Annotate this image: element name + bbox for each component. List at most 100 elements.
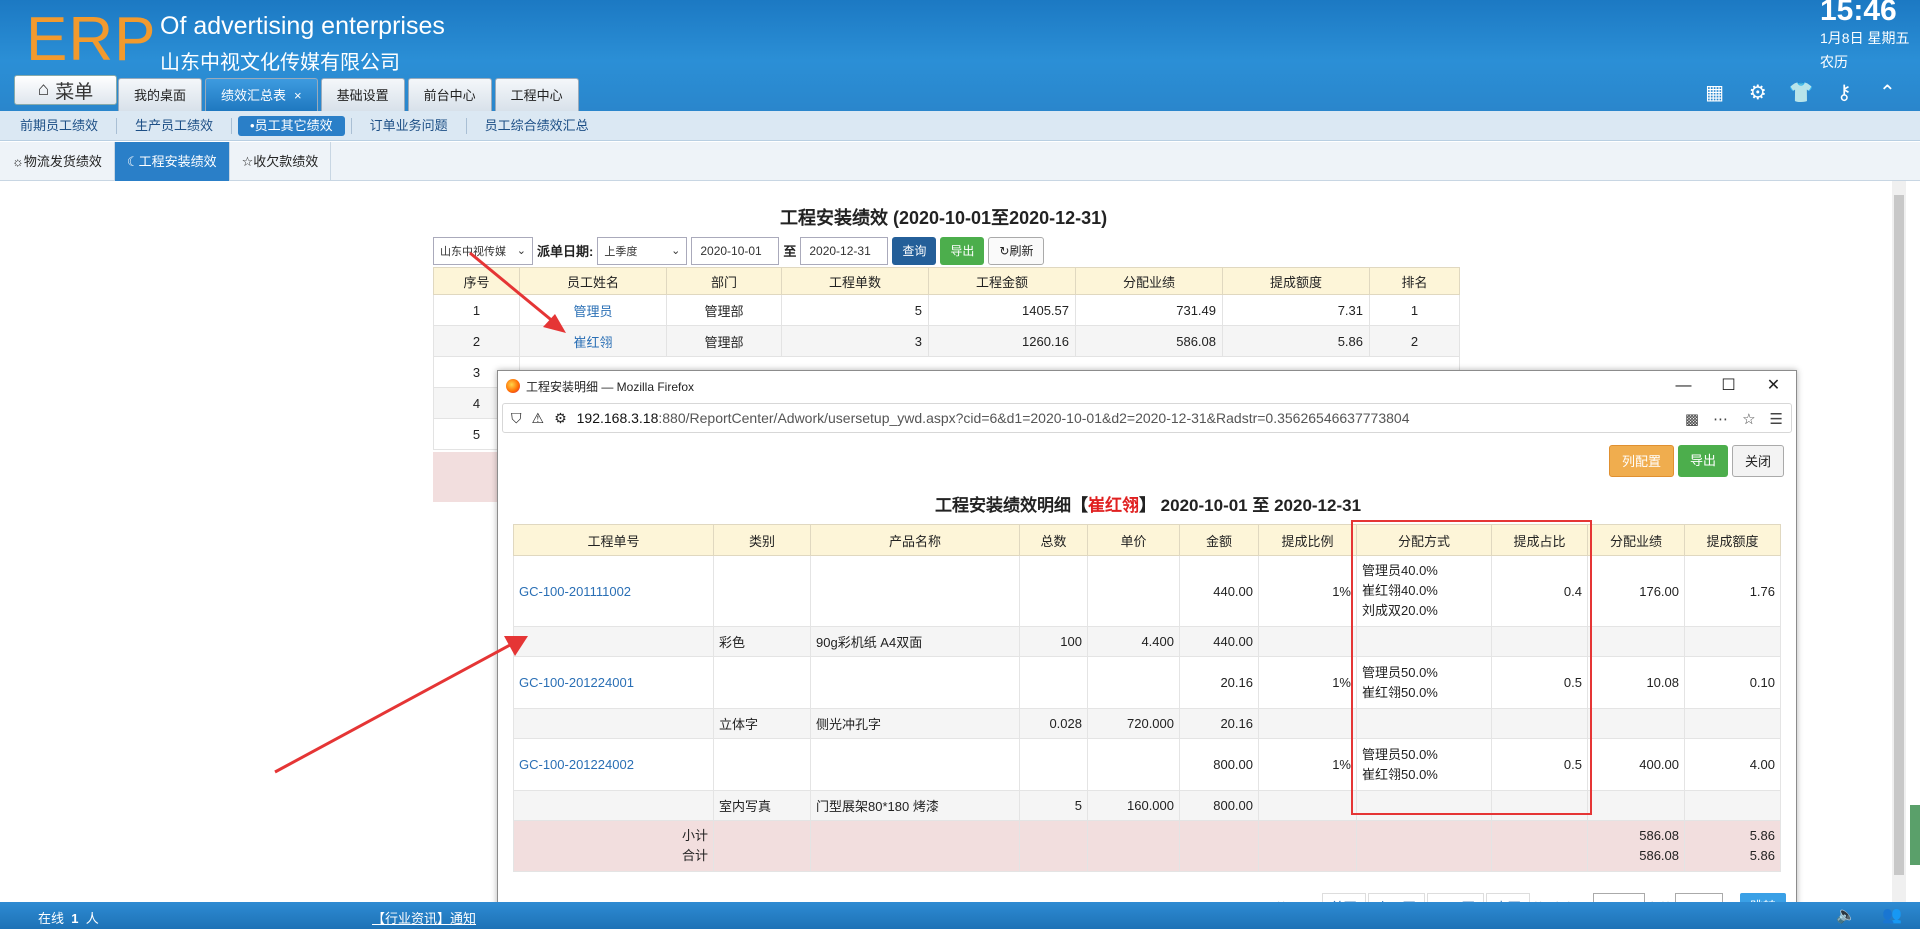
vertical-scrollbar[interactable] bbox=[1892, 181, 1906, 902]
detail-title: 工程安装绩效明细【崔红翎】 2020-10-01 至 2020-12-31 bbox=[934, 496, 1362, 515]
subnav-overall-summary[interactable]: 员工综合绩效汇总 bbox=[473, 116, 601, 136]
col-header: 类别 bbox=[713, 524, 811, 556]
lunar-calendar-link[interactable]: 农历 bbox=[1820, 52, 1848, 72]
col-header: 产品名称 bbox=[810, 524, 1020, 556]
more-icon[interactable]: ⋯ bbox=[1713, 410, 1728, 428]
subnav-production-staff[interactable]: 生产员工绩效 bbox=[123, 116, 225, 136]
popup-toolbar: 列配置 导出 关闭 bbox=[1608, 445, 1784, 477]
brand-english: Of advertising enterprises bbox=[160, 12, 445, 40]
total-label: 合计 bbox=[681, 848, 708, 863]
brand-chinese: 山东中视文化传媒有限公司 bbox=[160, 52, 400, 74]
window-titlebar: 工程安装明细 — Mozilla Firefox bbox=[498, 371, 1796, 401]
menu-button[interactable]: ⌂ 菜单 bbox=[14, 75, 117, 105]
close-icon[interactable]: ✕ bbox=[1751, 371, 1796, 401]
col-header: 工程金额 bbox=[928, 267, 1076, 295]
col-header: 序号 bbox=[433, 267, 520, 295]
tab-front-center[interactable]: 前台中心 bbox=[407, 78, 492, 111]
report-tab-bar: ☼物流发货绩效 ☾工程安装绩效 ☆收欠款绩效 bbox=[0, 142, 1920, 181]
col-header: 部门 bbox=[666, 267, 782, 295]
report-title: 工程安装绩效 (2020-10-01至2020-12-31) bbox=[780, 208, 1108, 228]
popup-close-button[interactable]: 关闭 bbox=[1731, 445, 1784, 477]
bookmark-star-icon[interactable]: ☆ bbox=[1742, 410, 1755, 428]
project-number-link[interactable]: GC-100-201111002 bbox=[519, 584, 631, 599]
query-button[interactable]: 查询 bbox=[892, 236, 937, 265]
date-from-input[interactable]: 2020-10-01 bbox=[691, 236, 780, 265]
col-header: 分配业绩 bbox=[1075, 267, 1223, 295]
moon-icon: ☾ bbox=[126, 154, 139, 169]
tab-performance-summary[interactable]: 绩效汇总表 × bbox=[205, 78, 318, 111]
col-header: 员工姓名 bbox=[519, 267, 667, 295]
col-header: 金额 bbox=[1179, 524, 1259, 556]
chevron-down-icon: ⌄ bbox=[671, 245, 681, 257]
minimize-icon[interactable]: — bbox=[1661, 371, 1706, 401]
popup-export-button[interactable]: 导出 bbox=[1677, 445, 1728, 477]
grid-icon[interactable]: ▦ bbox=[1700, 80, 1729, 106]
arrow-line bbox=[274, 643, 511, 774]
period-select[interactable]: 上季度 ⌄ bbox=[597, 236, 688, 265]
export-button[interactable]: 导出 bbox=[940, 236, 985, 265]
col-header: 单价 bbox=[1087, 524, 1180, 556]
news-link[interactable]: 【行业资讯】通知 bbox=[372, 908, 476, 927]
subnav-other-staff[interactable]: •员工其它绩效 bbox=[238, 115, 345, 136]
divider bbox=[116, 117, 118, 134]
project-number-link[interactable]: GC-100-201224002 bbox=[519, 757, 634, 772]
refresh-button[interactable]: ↻ 刷新 bbox=[988, 236, 1045, 265]
url-path: :880/ReportCenter/Adwork/usersetup_ywd.a… bbox=[658, 410, 1410, 426]
shield-icon: ⛉ bbox=[511, 409, 522, 426]
divider bbox=[465, 117, 467, 134]
date-to-input[interactable]: 2020-12-31 bbox=[800, 236, 889, 265]
tab-my-desktop[interactable]: 我的桌面 bbox=[118, 78, 203, 111]
col-header: 分配业绩 bbox=[1587, 524, 1685, 556]
col-header: 提成额度 bbox=[1222, 267, 1370, 295]
tab-receivables[interactable]: ☆收欠款绩效 bbox=[230, 142, 332, 181]
table-row: 1 管理员 管理部 5 1405.57 731.49 7.31 1 bbox=[433, 294, 1460, 326]
table-row: 室内写真 门型展架80*180 烤漆 5 160.000 800.00 bbox=[513, 790, 1781, 821]
refresh-icon: ↻ bbox=[999, 243, 1010, 258]
col-header: 排名 bbox=[1369, 267, 1460, 295]
tab-engineering-center[interactable]: 工程中心 bbox=[494, 78, 579, 111]
col-header: 分配方式 bbox=[1356, 524, 1492, 556]
url-bar[interactable]: ⛉ ⚠ ⚙ 192.168.3.18:880/ReportCenter/Adwo… bbox=[502, 403, 1792, 433]
key-icon[interactable]: ⚷ bbox=[1830, 80, 1859, 106]
tab-basic-settings[interactable]: 基础设置 bbox=[320, 78, 405, 111]
hamburger-menu-icon[interactable]: ☰ bbox=[1770, 410, 1783, 428]
gear-icon[interactable]: ⚙ bbox=[1743, 80, 1772, 106]
status-icons: 🔈 👥 bbox=[1836, 905, 1902, 925]
subnav-early-staff[interactable]: 前期员工绩效 bbox=[8, 116, 110, 136]
permissions-icon: ⚙ bbox=[554, 409, 567, 426]
subnav-order-issues[interactable]: 订单业务问题 bbox=[358, 116, 460, 136]
employee-link[interactable]: 管理员 bbox=[573, 304, 612, 319]
qr-code-icon[interactable]: ▩ bbox=[1685, 410, 1699, 428]
table-row: GC-100-201111002 440.00 1% 管理员40.0% 崔红翎40… bbox=[513, 555, 1781, 627]
col-header: 提成占比 bbox=[1491, 524, 1588, 556]
subtotal-label: 小计 bbox=[681, 828, 708, 843]
total-row: 小计 合计 586.08 586.08 5.86 5.86 bbox=[513, 820, 1781, 872]
sun-icon: ☼ bbox=[12, 154, 24, 169]
employee-link[interactable]: 崔红翎 bbox=[573, 335, 612, 350]
maximize-icon[interactable]: ☐ bbox=[1706, 371, 1751, 401]
status-bar: 在线 1 人 【行业资讯】通知 🔈 👥 bbox=[0, 902, 1920, 929]
col-header: 工程单数 bbox=[781, 267, 929, 295]
chevron-down-icon: ⌄ bbox=[516, 245, 526, 257]
table-row: 2 崔红翎 管理部 3 1260.16 586.08 5.86 2 bbox=[433, 325, 1460, 357]
tab-installation[interactable]: ☾工程安装绩效 bbox=[114, 142, 230, 181]
tab-logistics[interactable]: ☼物流发货绩效 bbox=[0, 142, 115, 181]
column-config-button[interactable]: 列配置 bbox=[1608, 445, 1674, 477]
side-indicator bbox=[1910, 805, 1920, 865]
volume-icon[interactable]: 🔈 bbox=[1836, 905, 1856, 925]
allocation-cell: 管理员50.0% 崔红翎50.0% bbox=[1356, 738, 1492, 791]
project-number-link[interactable]: GC-100-201224001 bbox=[519, 675, 634, 690]
report-filter-bar: 山东中视传媒 ⌄ 派单日期: 上季度 ⌄ 2020-10-01 至 2020-12-… bbox=[433, 236, 1045, 265]
col-header: 提成比例 bbox=[1258, 524, 1357, 556]
scrollbar-thumb[interactable] bbox=[1894, 195, 1904, 875]
url-bar-actions: ▩ ⋯ ☆ ☰ bbox=[1685, 404, 1783, 434]
shirt-icon[interactable]: 👕 bbox=[1786, 80, 1815, 106]
home-icon: ⌂ bbox=[37, 79, 50, 100]
collapse-icon[interactable]: ⌃ bbox=[1873, 80, 1902, 106]
close-icon[interactable]: × bbox=[294, 88, 302, 103]
company-select[interactable]: 山东中视传媒 ⌄ bbox=[433, 236, 533, 265]
employee-name: 崔红翎 bbox=[1087, 496, 1139, 515]
date-label: 派单日期: bbox=[537, 244, 594, 259]
table-row: GC-100-201224002 800.00 1% 管理员50.0% 崔红翎50… bbox=[513, 738, 1781, 791]
users-icon[interactable]: 👥 bbox=[1882, 905, 1902, 925]
